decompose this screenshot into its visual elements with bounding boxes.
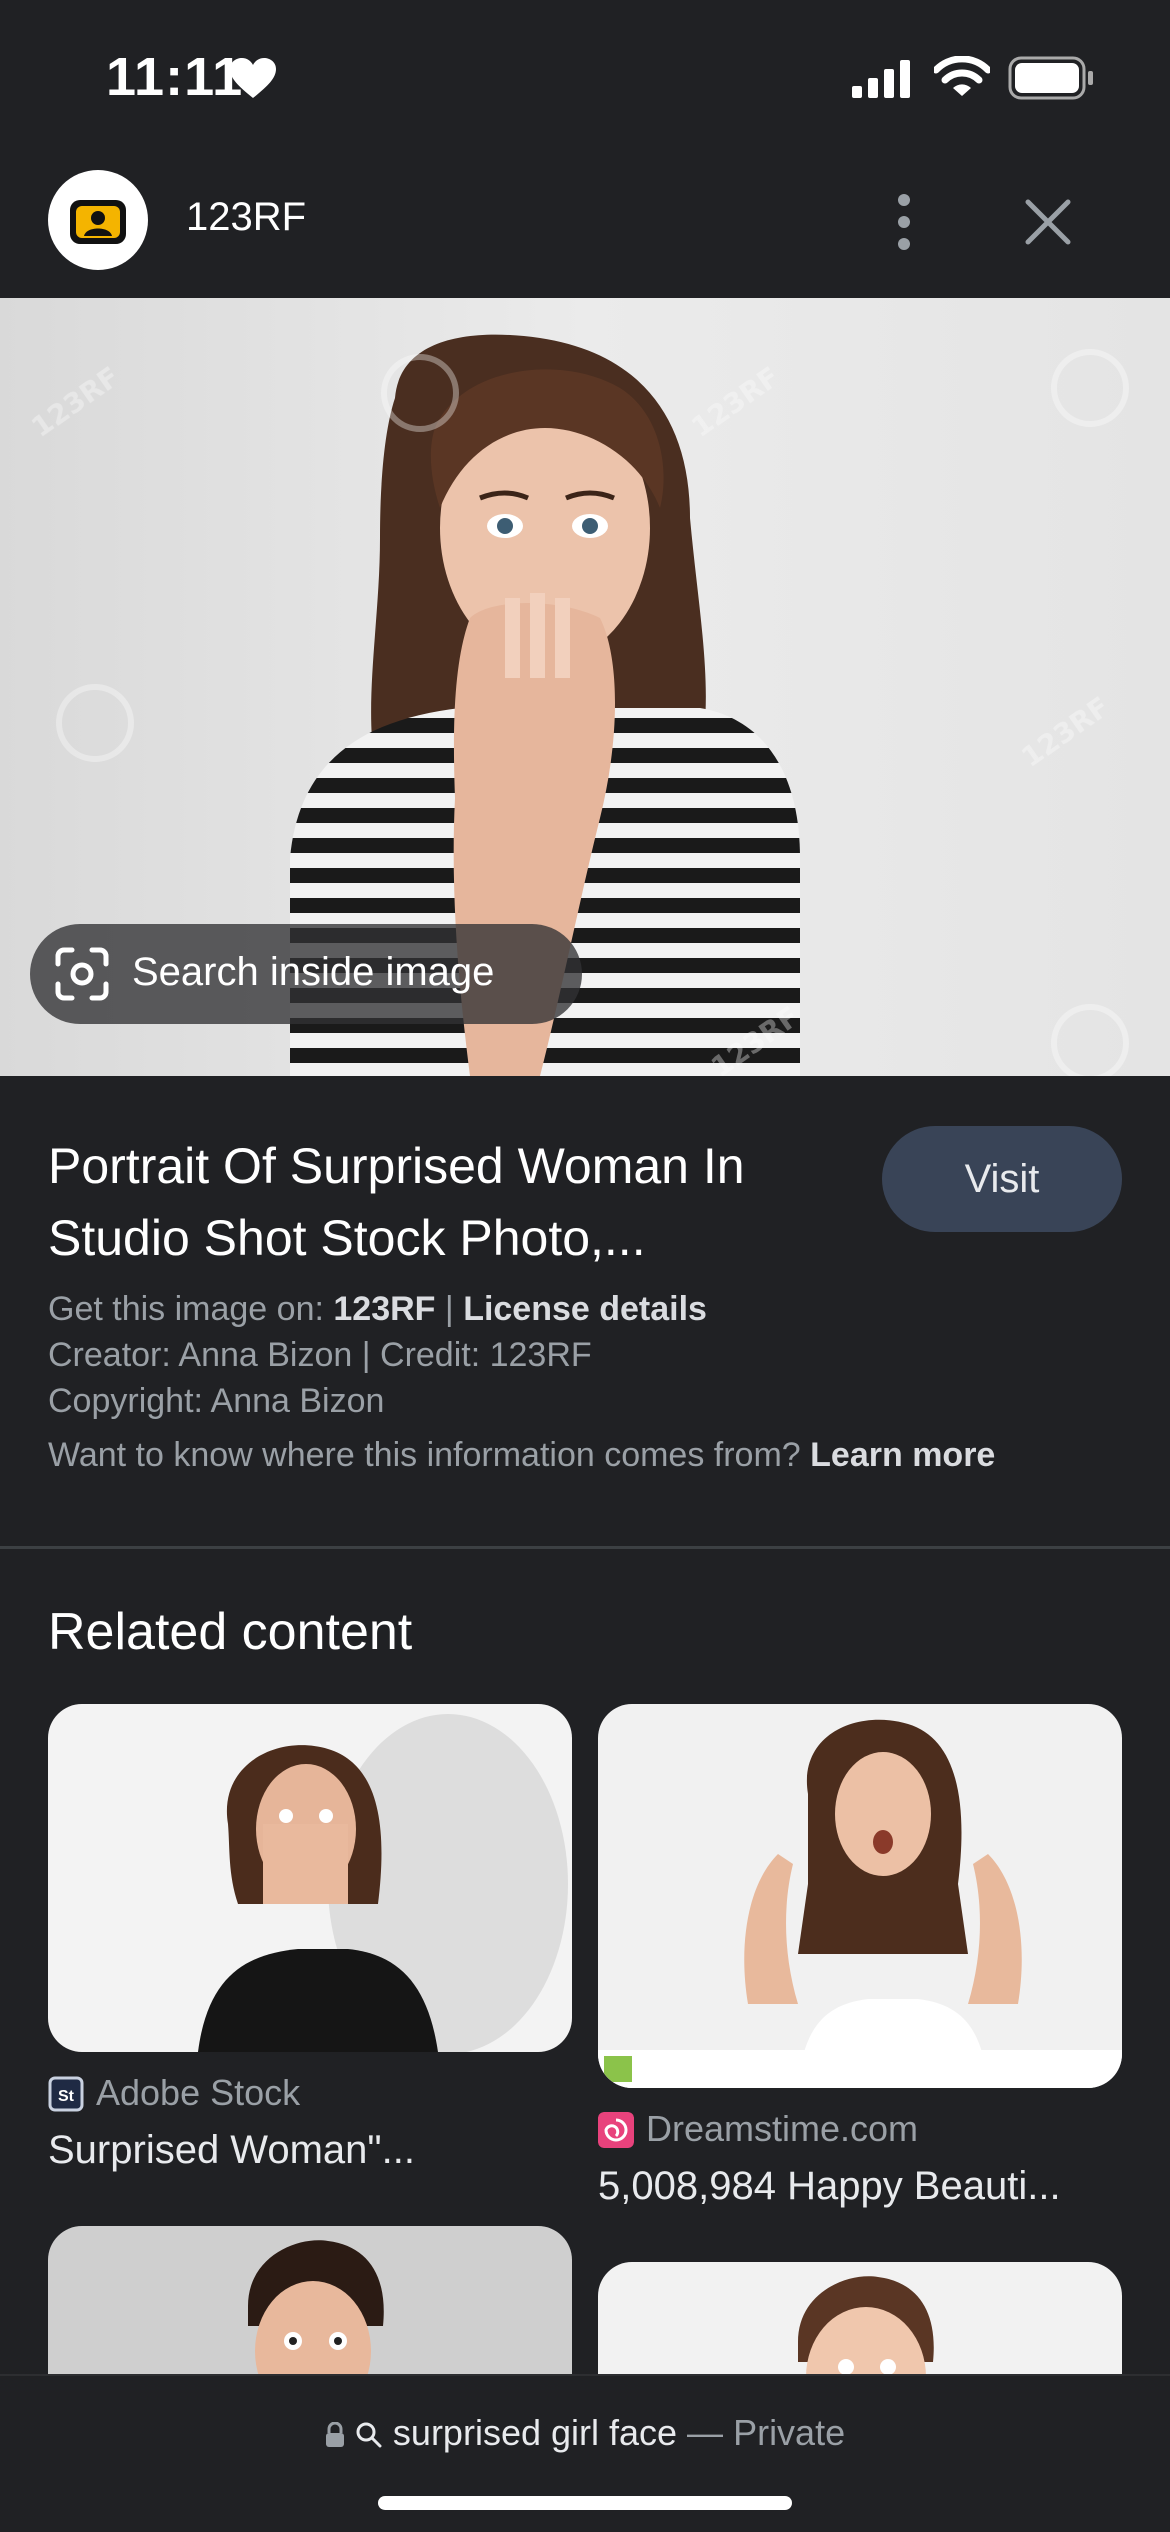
google-lens-icon (55, 947, 109, 1001)
more-vert-icon[interactable] (880, 188, 928, 256)
hero-image[interactable]: 123RF 123RF 123RF 123RF Search inside im… (0, 298, 1170, 1076)
result-info: Portrait Of Surprised Woman In Studio Sh… (0, 1076, 1170, 1548)
url-separator: — (677, 2412, 734, 2453)
separator: | (444, 1290, 454, 1328)
related-image-1[interactable] (48, 1704, 572, 2052)
learn-more-link[interactable]: Learn more (810, 1436, 995, 1474)
result-title[interactable]: Portrait Of Surprised Woman In Studio Sh… (48, 1130, 858, 1274)
watermark-text-1: 123RF (25, 360, 125, 444)
watermark-text-2: 123RF (685, 360, 785, 444)
related-title-1[interactable]: Surprised Woman"... (48, 2128, 572, 2173)
search-icon (356, 2422, 382, 2448)
related-photo-1 (198, 1714, 568, 2052)
get-image-prefix: Get this image on: (48, 1290, 324, 1328)
license-details-link[interactable]: License details (463, 1290, 707, 1328)
status-time: 11:11 (106, 47, 244, 107)
related-source-1: Adobe Stock (96, 2072, 301, 2113)
info-question: Want to know where this information come… (48, 1436, 801, 1474)
battery-icon (1008, 56, 1093, 100)
url-display[interactable]: surprised girl face — Private (0, 2412, 1170, 2454)
private-mode-label: Private (733, 2412, 846, 2453)
search-query: surprised girl face (392, 2412, 678, 2453)
get-image-line: Get this image on: 123RF | License detai… (48, 1290, 707, 1329)
dreamstime-icon (598, 2112, 634, 2148)
related-title-2[interactable]: 5,008,984 Happy Beauti... (598, 2164, 1122, 2209)
wifi-icon (934, 56, 990, 96)
screen: 11:11 123RF 123RF 123RF 123RF 123RF Sear… (0, 0, 1170, 2532)
creator-line: Creator: Anna Bizon | Credit: 123RF (48, 1336, 592, 1374)
home-indicator[interactable] (378, 2496, 792, 2510)
get-image-source-link[interactable]: 123RF (333, 1290, 435, 1328)
bottom-address-bar[interactable]: surprised girl face — Private (0, 2374, 1170, 2532)
copyright-line: Copyright: Anna Bizon (48, 1382, 385, 1420)
heart-icon (230, 58, 276, 98)
watermark-text-3: 123RF (1015, 690, 1115, 774)
related-source-2: Dreamstime.com (646, 2108, 919, 2149)
status-bar: 11:11 (0, 0, 1170, 150)
visit-button[interactable]: Visit (882, 1126, 1122, 1232)
camera-logo-icon (70, 200, 126, 244)
header: 123RF (0, 150, 1170, 298)
site-name: 123RF (186, 195, 307, 239)
signal-icon (852, 60, 910, 98)
related-content-heading: Related content (48, 1603, 413, 1661)
close-icon[interactable] (1018, 192, 1078, 252)
search-inside-image-label: Search inside image (132, 950, 495, 994)
search-inside-image-button[interactable]: Search inside image (30, 924, 582, 1024)
related-photo-2 (598, 1719, 1122, 2088)
lock-icon (325, 2422, 344, 2448)
info-source-line: Want to know where this information come… (48, 1436, 995, 1475)
divider (0, 1546, 1170, 1549)
related-image-2[interactable] (598, 1704, 1122, 2088)
site-logo[interactable] (48, 170, 148, 270)
svg-text:St: St (58, 2088, 75, 2105)
adobe-stock-icon: St (48, 2076, 84, 2112)
